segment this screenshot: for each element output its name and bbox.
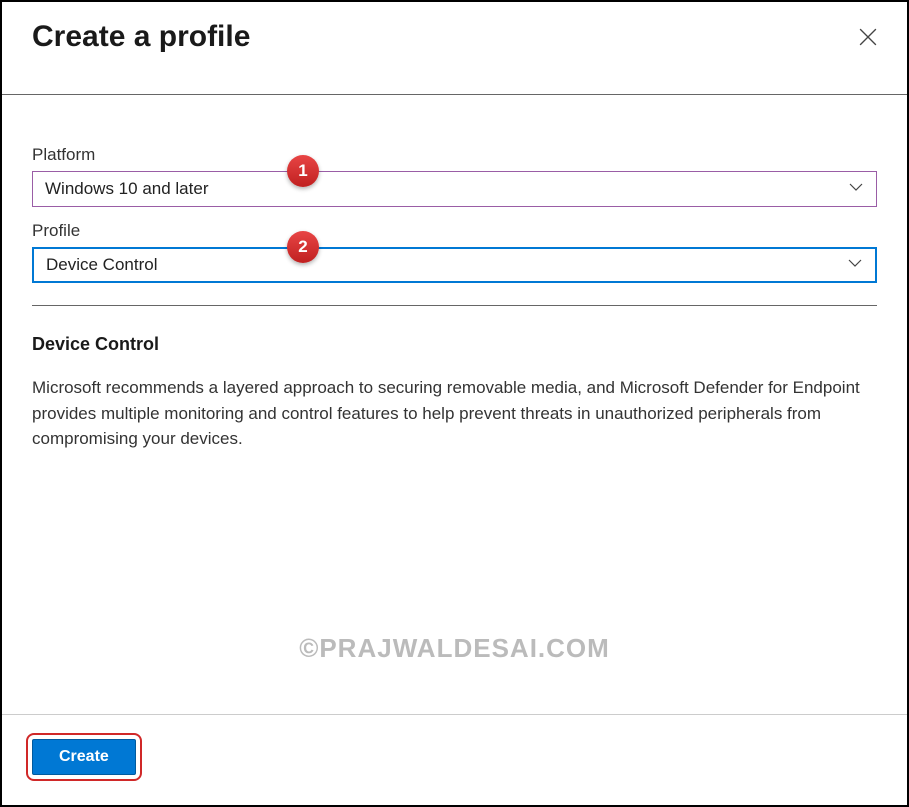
section-title: Device Control bbox=[32, 334, 877, 355]
annotation-badge-1: 1 bbox=[287, 155, 319, 187]
annotation-badge-2: 2 bbox=[287, 231, 319, 263]
close-icon bbox=[859, 33, 877, 50]
profile-value: Device Control bbox=[46, 255, 158, 275]
create-button-highlight: Create bbox=[26, 733, 142, 781]
section-description: Microsoft recommends a layered approach … bbox=[32, 375, 877, 452]
dialog-footer: Create bbox=[2, 714, 907, 805]
profile-dropdown[interactable]: Device Control bbox=[32, 247, 877, 283]
platform-dropdown[interactable]: Windows 10 and later bbox=[32, 171, 877, 207]
platform-field-wrap: Windows 10 and later 1 bbox=[32, 171, 877, 207]
platform-label: Platform bbox=[32, 145, 877, 165]
dialog-header: Create a profile bbox=[2, 2, 907, 95]
dialog-title: Create a profile bbox=[32, 20, 250, 54]
dialog-content: Platform Windows 10 and later 1 Profile … bbox=[2, 95, 907, 714]
profile-label: Profile bbox=[32, 221, 877, 241]
create-button[interactable]: Create bbox=[32, 739, 136, 775]
section-divider bbox=[32, 305, 877, 306]
chevron-down-icon bbox=[847, 255, 863, 276]
watermark: ©PRAJWALDESAI.COM bbox=[299, 633, 610, 664]
platform-value: Windows 10 and later bbox=[45, 179, 208, 199]
chevron-down-icon bbox=[848, 179, 864, 200]
close-button[interactable] bbox=[859, 28, 877, 51]
profile-field-wrap: Device Control 2 bbox=[32, 247, 877, 283]
